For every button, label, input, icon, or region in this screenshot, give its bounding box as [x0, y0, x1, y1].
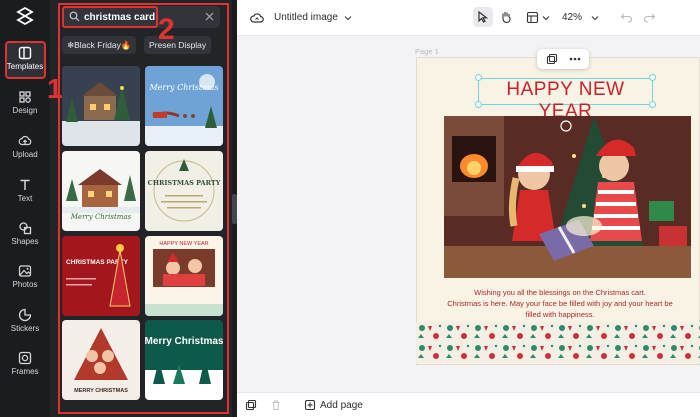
rail-item-frames[interactable]: Frames	[0, 347, 50, 387]
rail-item-stickers[interactable]: Stickers	[0, 304, 50, 344]
left-rail: Templates Design Upload Text Shapes Phot…	[0, 0, 50, 417]
rail-item-upload[interactable]: Upload	[0, 130, 50, 170]
rail-item-shapes[interactable]: Shapes	[0, 217, 50, 257]
template-merry-christmas-green[interactable]: Merry Christmas	[145, 320, 223, 400]
template-text: Merry Christmas	[70, 213, 132, 221]
template-merry-christmas-cabin[interactable]: Merry Christmas	[62, 151, 140, 231]
template-preview: Merry Christmas	[145, 320, 223, 400]
template-preview: MERRY CHRISTMAS	[62, 320, 140, 400]
add-page-icon[interactable]	[304, 399, 316, 411]
bottom-toolbar: Add page	[237, 392, 700, 417]
search-bar[interactable]	[62, 6, 220, 28]
annotation-number: 1	[47, 73, 63, 104]
trash-icon[interactable]	[270, 399, 282, 411]
hand-icon[interactable]	[500, 10, 513, 24]
element-toolbar	[537, 49, 589, 69]
template-text: MERRY CHRISTMAS	[74, 388, 128, 394]
text-icon	[20, 179, 30, 190]
app-window: Templates Design Upload Text Shapes Phot…	[0, 0, 700, 417]
rail-item-text[interactable]: Text	[0, 174, 50, 214]
stickers-icon	[18, 308, 32, 322]
template-preview: CHRISTMAS PARTY	[145, 151, 223, 231]
duplicate-icon[interactable]	[546, 53, 558, 65]
chip-label: ❄Black Friday🔥	[67, 40, 132, 50]
template-cozy-christmas-house[interactable]	[62, 66, 140, 146]
rail-item-label: Design	[12, 106, 38, 115]
chip-black-friday[interactable]: ❄Black Friday🔥	[62, 36, 137, 54]
photos-icon	[18, 265, 32, 277]
rail-item-templates[interactable]: Templates	[0, 41, 50, 82]
template-preview: HAPPY NEW YEAR	[145, 236, 223, 316]
template-text: Merry Christmas	[148, 83, 218, 92]
rail-item-photos[interactable]: Photos	[0, 260, 50, 300]
template-merry-christmas-sleigh[interactable]: Merry Christmas	[145, 66, 223, 146]
template-christmas-party-invite[interactable]: CHRISTMAS PARTY	[145, 151, 223, 231]
card-pattern-border	[416, 322, 700, 363]
children-with-gift-image	[444, 116, 691, 278]
template-preview: CHRISTMAS PARTY	[62, 236, 140, 316]
page-label: Page 1	[415, 47, 439, 56]
redo-icon[interactable]	[643, 11, 656, 24]
chip-presen-display[interactable]: Presen Display	[144, 36, 212, 54]
duplicate-page-icon[interactable]	[245, 399, 257, 411]
chevron-down-icon[interactable]	[591, 14, 599, 22]
rail-item-label: Stickers	[10, 324, 40, 333]
search-icon	[69, 11, 80, 22]
cloud-upload-icon[interactable]	[250, 11, 264, 25]
template-text: CHRISTMAS PARTY	[148, 179, 221, 187]
reindeer-pattern	[416, 322, 700, 363]
select-tool-button[interactable]	[473, 7, 493, 27]
template-happy-new-year-photo[interactable]: HAPPY NEW YEAR	[145, 236, 223, 316]
templates-icon	[18, 46, 32, 60]
rail-item-label: Templates	[6, 62, 44, 71]
design-icon	[19, 91, 31, 103]
rail-item-design[interactable]: Design	[0, 86, 50, 126]
upload-icon	[18, 135, 32, 146]
rail-item-label: Shapes	[11, 237, 39, 246]
search-input[interactable]	[84, 9, 194, 25]
frames-icon	[18, 351, 32, 365]
chevron-down-icon[interactable]	[344, 14, 352, 22]
layout-icon[interactable]	[526, 11, 539, 24]
template-text: HAPPY NEW YEAR	[159, 241, 208, 247]
document-title[interactable]: Untitled image	[274, 12, 338, 23]
rail-item-label: Upload	[12, 150, 38, 159]
card-message-line[interactable]: filled with happiness.	[425, 309, 695, 321]
rail-item-label: Frames	[11, 367, 39, 376]
chevron-down-icon[interactable]	[542, 14, 550, 22]
rail-item-label: Text	[17, 194, 33, 203]
template-preview: Merry Christmas	[62, 151, 140, 231]
top-toolbar: Untitled image 42%	[237, 0, 700, 36]
template-text: Merry Christmas	[145, 336, 223, 347]
annotation-number: 2	[158, 13, 175, 46]
template-family-tree-photo[interactable]: MERRY CHRISTMAS	[62, 320, 140, 400]
rail-item-label: Photos	[12, 280, 38, 289]
template-preview: Merry Christmas	[145, 66, 223, 146]
cursor-icon	[478, 11, 489, 23]
template-christmas-party-red[interactable]: CHRISTMAS PARTY	[62, 236, 140, 316]
add-page-button[interactable]: Add page	[320, 400, 363, 411]
undo-icon[interactable]	[620, 11, 633, 24]
zoom-level[interactable]: 42%	[562, 12, 582, 23]
card-photo[interactable]	[444, 116, 691, 278]
shapes-icon	[19, 222, 32, 235]
capcut-logo-icon	[16, 6, 34, 26]
close-icon[interactable]	[204, 11, 215, 22]
more-icon[interactable]	[569, 57, 581, 61]
template-preview	[62, 66, 140, 146]
